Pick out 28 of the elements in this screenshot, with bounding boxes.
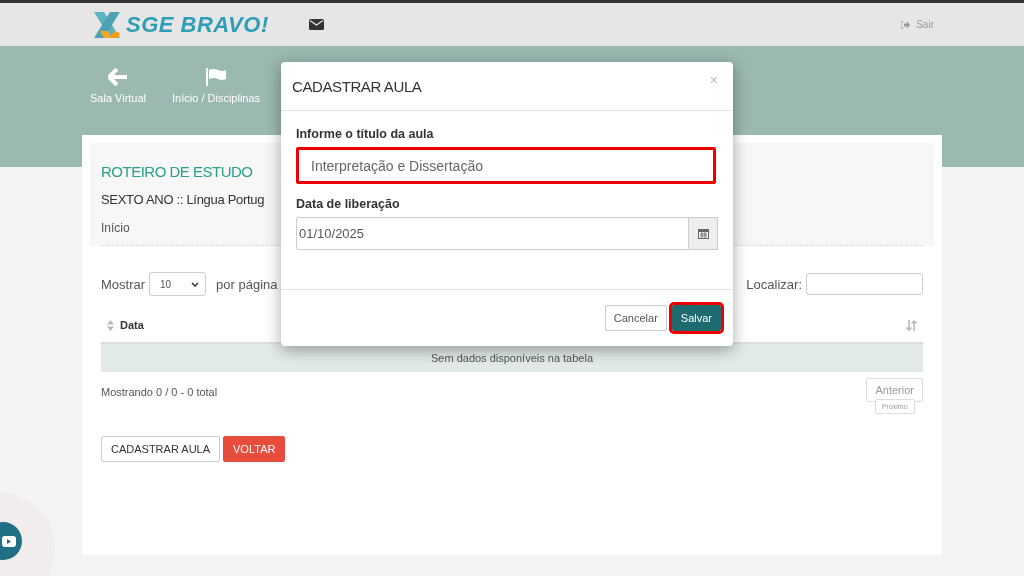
- per-page-label: por página: [216, 276, 278, 292]
- page-size-select[interactable]: 10: [149, 272, 207, 296]
- table-info: Mostrando 0 / 0 - 0 total: [101, 386, 218, 398]
- cancel-button[interactable]: Cancelar: [604, 305, 667, 331]
- action-button[interactable]: CADASTRAR AULA: [101, 436, 221, 462]
- modal-title: CADASTRAR AULA: [292, 77, 422, 95]
- breadcrumb-link[interactable]: Início: [101, 221, 130, 235]
- page-subtitle: SEXTO ANO :: Língua Portug: [101, 192, 265, 207]
- field-label: Data de liberação: [296, 197, 401, 211]
- save-button[interactable]: Salvar: [671, 305, 721, 331]
- search-label: Localizar:: [746, 276, 802, 292]
- page-title: ROTEIRO DE ESTUDO: [101, 163, 253, 180]
- title-field[interactable]: Interpretação e Dissertação: [296, 147, 716, 184]
- play-icon: [2, 535, 16, 547]
- field-label: Informe o título da aula: [296, 127, 435, 141]
- back-arrow-icon: [108, 68, 129, 86]
- empty-table-message: Sem dados disponíveis na tabela: [430, 352, 594, 364]
- column-header[interactable]: Data: [120, 319, 144, 331]
- flag-icon: [205, 68, 228, 86]
- chevron-down-icon: [191, 281, 200, 287]
- logo-text: SGE BRAVO!: [126, 11, 269, 38]
- logout-icon: [901, 20, 911, 29]
- envelope-icon[interactable]: [308, 19, 324, 30]
- search-field[interactable]: [806, 273, 923, 295]
- show-label: Mostrar: [101, 276, 146, 292]
- calendar-icon[interactable]: [689, 217, 718, 250]
- action-button[interactable]: VOLTAR: [223, 436, 286, 462]
- date-field[interactable]: 01/10/2025: [296, 217, 689, 250]
